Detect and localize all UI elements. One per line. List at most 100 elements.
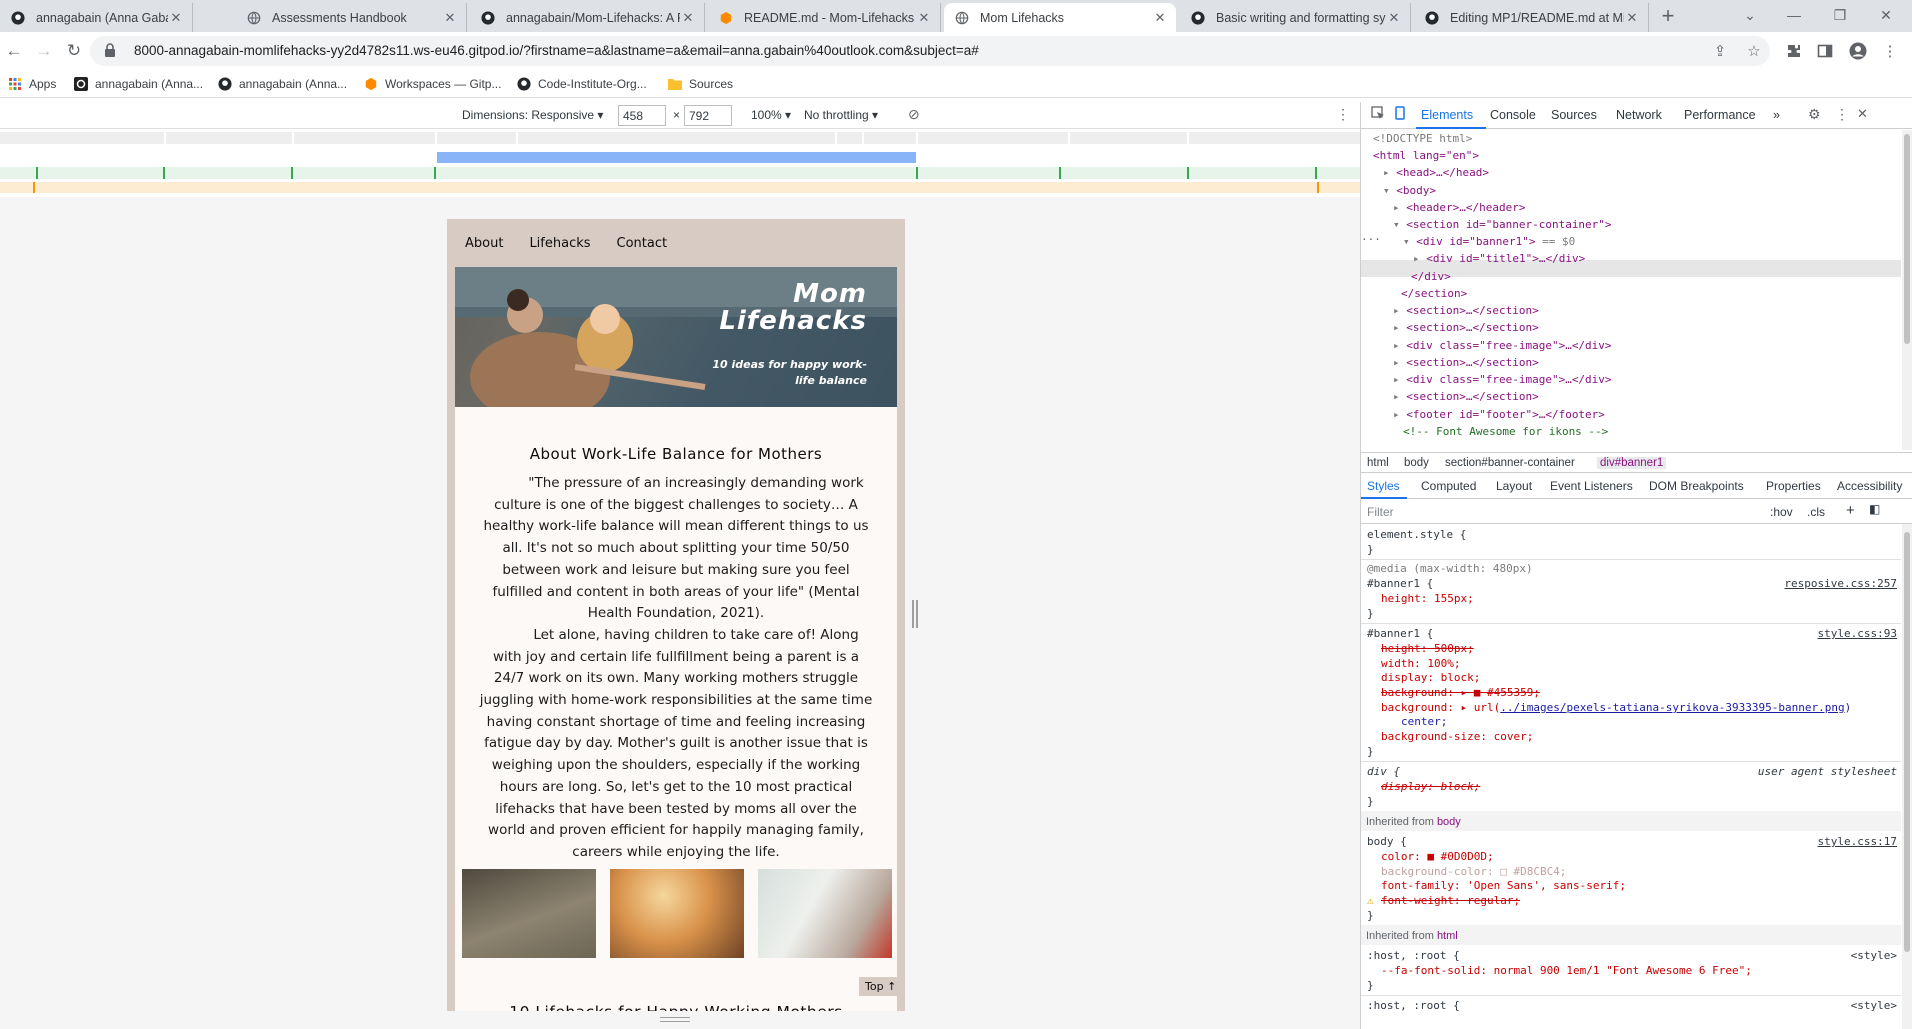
tab-elements[interactable]: Elements bbox=[1421, 108, 1473, 122]
profile-avatar-icon[interactable] bbox=[1848, 41, 1868, 61]
bookmark-sources-folder[interactable]: Sources bbox=[668, 75, 733, 93]
prop-height-155[interactable]: height: 155px; bbox=[1381, 592, 1474, 607]
toggle-sidebar-icon[interactable]: ◧ bbox=[1869, 502, 1880, 516]
bookmark-star-icon[interactable]: ☆ bbox=[1744, 41, 1764, 61]
tab-readme-gitpod[interactable]: README.md - Mom-Lifehacks - ✕ bbox=[708, 3, 941, 32]
nav-lifehacks[interactable]: Lifehacks bbox=[529, 236, 590, 251]
close-window-icon[interactable]: ✕ bbox=[1864, 0, 1908, 32]
prop-height-500[interactable]: height: 500px; bbox=[1381, 642, 1474, 657]
devtools-menu-icon[interactable]: ⋮ bbox=[1835, 106, 1849, 123]
rule-host-root[interactable]: :host, :root { bbox=[1367, 949, 1460, 964]
inspect-element-icon[interactable] bbox=[1371, 106, 1385, 123]
dom-section-2[interactable]: ▸ <section>…</section> bbox=[1393, 319, 1539, 336]
tab-accessibility[interactable]: Accessibility bbox=[1837, 479, 1902, 493]
dom-free-image-1[interactable]: ▸ <div class="free-image">…</div> bbox=[1393, 337, 1612, 354]
dom-section-banner[interactable]: ▾ <section id="banner-container"> bbox=[1393, 216, 1612, 233]
prop-width[interactable]: width: 100%; bbox=[1381, 657, 1460, 672]
bookmark-annagabain-gitpod[interactable]: annagabain (Anna... bbox=[74, 75, 203, 93]
tab-performance[interactable]: Performance bbox=[1684, 108, 1756, 122]
new-tab-button[interactable]: + bbox=[1655, 4, 1681, 30]
prop-body-bg[interactable]: background-color: □ #D8CBC4; bbox=[1381, 865, 1566, 880]
dom-div-banner1[interactable]: ▾ <div id="banner1"> == $0 bbox=[1403, 233, 1575, 250]
close-tab-icon[interactable]: ✕ bbox=[680, 10, 696, 26]
source-responsive-css[interactable]: resposive.css:257 bbox=[1784, 577, 1897, 592]
dom-footer[interactable]: ▸ <footer id="footer">…</footer> bbox=[1393, 406, 1605, 423]
tab-basic-writing[interactable]: Basic writing and formatting syn ✕ bbox=[1180, 3, 1411, 32]
resize-handle-bottom[interactable] bbox=[660, 1017, 690, 1022]
tab-console[interactable]: Console bbox=[1490, 108, 1536, 122]
throttling-dropdown[interactable]: No throttling ▾ bbox=[804, 108, 878, 122]
crumb-body[interactable]: body bbox=[1404, 457, 1429, 469]
tab-search-icon[interactable]: ⌄ bbox=[1728, 0, 1772, 32]
background-image-link[interactable]: ../images/pexels-tatiana-syrikova-393339… bbox=[1500, 701, 1844, 714]
bookmark-apps[interactable]: Apps bbox=[8, 75, 56, 93]
address-bar[interactable]: 8000-annagabain-momlifehacks-yy2d4782s11… bbox=[90, 36, 1770, 66]
source-style-tag-2[interactable]: <style> bbox=[1851, 999, 1897, 1014]
dom-free-image-2[interactable]: ▸ <div class="free-image">…</div> bbox=[1393, 371, 1612, 388]
close-tab-icon[interactable]: ✕ bbox=[1386, 10, 1402, 26]
menu-kebab-icon[interactable]: ⋮ bbox=[1880, 41, 1900, 61]
close-tab-icon[interactable]: ✕ bbox=[1624, 10, 1640, 26]
resize-handle-right[interactable] bbox=[912, 600, 918, 628]
bookmark-code-institute[interactable]: Code-Institute-Org... bbox=[517, 75, 647, 93]
dom-html[interactable]: <html lang="en"> bbox=[1373, 147, 1479, 164]
rule-banner1-media[interactable]: #banner1 { bbox=[1367, 577, 1433, 592]
prop-body-font[interactable]: font-family: 'Open Sans', sans-serif; bbox=[1381, 879, 1626, 894]
prop-background-color[interactable]: background: ▸ ■ #455359; bbox=[1381, 686, 1540, 701]
device-width-input[interactable] bbox=[618, 105, 666, 126]
dimensions-dropdown[interactable]: Dimensions: Responsive ▾ bbox=[462, 108, 603, 122]
reload-icon[interactable]: ↻ bbox=[62, 39, 86, 63]
prop-display[interactable]: display: block; bbox=[1381, 671, 1480, 686]
crumb-section[interactable]: section#banner-container bbox=[1445, 457, 1575, 469]
tab-computed[interactable]: Computed bbox=[1421, 479, 1476, 493]
tab-sources[interactable]: Sources bbox=[1551, 108, 1597, 122]
dom-section-4[interactable]: ▸ <section>…</section> bbox=[1393, 388, 1539, 405]
device-height-input[interactable] bbox=[684, 105, 732, 126]
tab-network[interactable]: Network bbox=[1616, 108, 1662, 122]
zoom-dropdown[interactable]: 100% ▾ bbox=[751, 108, 791, 122]
source-style-css-17[interactable]: style.css:17 bbox=[1818, 835, 1897, 850]
prop-background-size[interactable]: background-size: cover; bbox=[1381, 730, 1533, 745]
dom-head[interactable]: ▸ <head>…</head> bbox=[1383, 164, 1489, 181]
rule-body[interactable]: body { bbox=[1367, 835, 1407, 850]
back-icon[interactable]: ← bbox=[2, 39, 26, 63]
crumb-div-banner1[interactable]: div#banner1 bbox=[1597, 457, 1667, 469]
minimize-icon[interactable]: — bbox=[1772, 0, 1816, 32]
dom-div-close[interactable]: </div> bbox=[1411, 268, 1451, 285]
back-to-top-button[interactable]: Top ↑ bbox=[859, 977, 903, 996]
rule-banner1[interactable]: #banner1 { bbox=[1367, 627, 1433, 642]
styles-scrollbar[interactable] bbox=[1902, 524, 1912, 1029]
dom-comment[interactable]: <!-- Font Awesome for ikons --> bbox=[1403, 423, 1608, 440]
tab-dom-breakpoints[interactable]: DOM Breakpoints bbox=[1649, 479, 1744, 493]
prop-body-weight[interactable]: font-weight: regular; bbox=[1381, 894, 1520, 909]
bookmark-annagabain-github[interactable]: annagabain (Anna... bbox=[218, 75, 347, 93]
source-style-css-93[interactable]: style.css:93 bbox=[1818, 627, 1897, 642]
source-style-tag[interactable]: <style> bbox=[1851, 949, 1897, 964]
tab-mom-lifehacks[interactable]: Mom Lifehacks ✕ bbox=[944, 3, 1176, 32]
side-panel-icon[interactable] bbox=[1815, 41, 1835, 61]
dom-div-title1[interactable]: ▸ <div id="title1">…</div> bbox=[1413, 250, 1585, 267]
dom-section-1[interactable]: ▸ <section>…</section> bbox=[1393, 302, 1539, 319]
extensions-icon[interactable] bbox=[1784, 41, 1804, 61]
prop-body-color[interactable]: color: ■ #0D0D0D; bbox=[1381, 850, 1494, 865]
bookmark-workspaces-gitpod[interactable]: Workspaces — Gitp... bbox=[364, 75, 501, 93]
rotate-icon[interactable]: ⊘ bbox=[908, 106, 920, 123]
close-tab-icon[interactable]: ✕ bbox=[442, 10, 458, 26]
styles-filter-input[interactable]: Filter bbox=[1367, 505, 1394, 519]
dom-body[interactable]: ▾ <body> bbox=[1383, 182, 1436, 199]
dom-header[interactable]: ▸ <header>…</header> bbox=[1393, 199, 1525, 216]
tab-styles[interactable]: Styles bbox=[1367, 479, 1400, 493]
more-tabs-icon[interactable]: » bbox=[1773, 108, 1780, 122]
restore-icon[interactable]: ❐ bbox=[1818, 0, 1862, 32]
lock-icon[interactable] bbox=[104, 43, 116, 60]
tab-layout[interactable]: Layout bbox=[1496, 479, 1532, 493]
crumb-html[interactable]: html bbox=[1367, 457, 1389, 469]
share-icon[interactable]: ⇪ bbox=[1710, 41, 1730, 61]
tab-mom-lifehacks-repo[interactable]: annagabain/Mom-Lifehacks: A P ✕ bbox=[470, 3, 705, 32]
device-more-icon[interactable]: ⋮ bbox=[1336, 106, 1350, 123]
hover-state-toggle[interactable]: :hov bbox=[1770, 505, 1793, 519]
prop-fa-font-solid[interactable]: --fa-font-solid: normal 900 1em/1 "Font … bbox=[1381, 964, 1752, 979]
new-rule-icon[interactable]: + bbox=[1846, 502, 1855, 519]
devtools-close-icon[interactable]: ✕ bbox=[1857, 106, 1868, 122]
class-toggle[interactable]: .cls bbox=[1807, 505, 1825, 519]
